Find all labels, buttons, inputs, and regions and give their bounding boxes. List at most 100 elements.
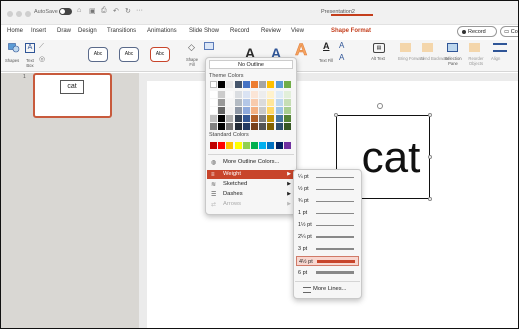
send-backward-icon[interactable] [422, 43, 433, 52]
theme-color-swatch[interactable] [275, 107, 283, 114]
theme-color-swatch[interactable] [218, 99, 226, 106]
standard-color-swatch[interactable] [251, 142, 258, 149]
standard-color-swatch[interactable] [275, 142, 283, 149]
weight-option-quarter-pt[interactable]: ¼ pt [296, 172, 359, 182]
theme-color-swatch[interactable] [210, 107, 217, 114]
rotate-handle[interactable] [377, 103, 383, 109]
more-outline-colors-option[interactable]: ◍ More Outline Colors... [207, 158, 295, 167]
theme-color-swatch[interactable] [218, 115, 226, 122]
tab-design[interactable]: Design [78, 28, 97, 34]
standard-color-swatch[interactable] [218, 142, 226, 149]
tab-shape-format[interactable]: Shape Format [331, 28, 371, 34]
text-fill-icon[interactable]: A [323, 41, 330, 51]
theme-color-swatch[interactable] [234, 91, 242, 98]
shape-style-2[interactable]: Abc [119, 47, 139, 62]
redo-icon[interactable]: ↻ [125, 7, 131, 15]
weight-option-4-5-pt[interactable]: 4½ pt [296, 256, 359, 266]
theme-color-swatch[interactable] [283, 115, 291, 122]
theme-color-swatch[interactable] [210, 123, 217, 130]
theme-color-swatch[interactable] [259, 123, 267, 130]
theme-color-swatch[interactable] [259, 107, 267, 114]
theme-color-swatch[interactable] [226, 91, 234, 98]
wordart-style-3[interactable]: A [295, 41, 308, 59]
weight-option-half-pt[interactable]: ½ pt [296, 184, 359, 194]
tab-draw[interactable]: Draw [57, 28, 71, 34]
more-icon[interactable]: ··· [136, 7, 143, 14]
resize-handle[interactable] [428, 113, 432, 117]
weight-option-2-25-pt[interactable]: 2¼ pt [296, 232, 359, 242]
comments-button[interactable]: ▭ Co [500, 26, 518, 37]
standard-color-swatch[interactable] [259, 142, 267, 149]
theme-color-swatch[interactable] [267, 107, 275, 114]
theme-color-swatch[interactable] [251, 123, 258, 130]
theme-color-swatch[interactable] [283, 123, 291, 130]
tab-animations[interactable]: Animations [147, 28, 177, 34]
reorder-objects-icon[interactable] [469, 43, 480, 52]
weight-option-1-5-pt[interactable]: 1½ pt [296, 220, 359, 230]
theme-color-swatch[interactable] [242, 115, 250, 122]
theme-color-swatch[interactable] [283, 107, 291, 114]
theme-color-swatch[interactable] [218, 91, 226, 98]
theme-color-swatch[interactable] [218, 123, 226, 130]
theme-color-swatch[interactable] [226, 107, 234, 114]
close-window-button[interactable] [7, 11, 13, 17]
shape-style-3[interactable]: Abc [150, 47, 170, 62]
tab-insert[interactable]: Insert [31, 28, 46, 34]
standard-color-swatch[interactable] [226, 142, 234, 149]
shape-outline-icon[interactable] [204, 42, 214, 50]
theme-color-swatch[interactable] [283, 91, 291, 98]
theme-color-swatch[interactable] [210, 91, 217, 98]
theme-color-swatch[interactable] [251, 115, 258, 122]
align-icon[interactable] [493, 43, 507, 52]
theme-color-swatch[interactable] [210, 115, 217, 122]
theme-color-swatch[interactable] [267, 115, 275, 122]
theme-color-swatch[interactable] [226, 115, 234, 122]
theme-color-swatch[interactable] [251, 99, 258, 106]
no-outline-option[interactable]: No Outline [209, 60, 293, 69]
weight-option-3-pt[interactable]: 3 pt [296, 244, 359, 254]
weight-option[interactable]: ≡ Weight ▶ [207, 170, 295, 179]
edit-shape-icon[interactable]: ⟋ [39, 43, 44, 51]
theme-color-swatch[interactable] [242, 81, 250, 88]
theme-color-swatch[interactable] [267, 81, 275, 88]
tab-home[interactable]: Home [7, 28, 23, 34]
theme-color-swatch[interactable] [267, 99, 275, 106]
theme-color-swatch[interactable] [283, 81, 291, 88]
resize-handle[interactable] [334, 113, 338, 117]
tab-review[interactable]: Review [261, 28, 281, 34]
theme-color-swatch[interactable] [275, 99, 283, 106]
theme-color-swatch[interactable] [234, 123, 242, 130]
tab-slide-show[interactable]: Slide Show [189, 28, 219, 34]
selection-pane-icon[interactable] [447, 43, 458, 52]
shape-style-1[interactable]: Abc [88, 47, 108, 62]
theme-color-swatch[interactable] [234, 99, 242, 106]
dashes-option[interactable]: ☰ Dashes ▶ [207, 190, 295, 199]
theme-color-swatch[interactable] [218, 81, 226, 88]
theme-color-swatch[interactable] [283, 99, 291, 106]
save-icon[interactable]: ▣ [89, 7, 96, 15]
alt-text-icon[interactable]: ▤ [373, 43, 385, 53]
shapes-icon[interactable] [8, 43, 20, 53]
theme-color-swatch[interactable] [251, 107, 258, 114]
theme-color-swatch[interactable] [242, 107, 250, 114]
weight-option-1-pt[interactable]: 1 pt [296, 208, 359, 218]
zoom-window-button[interactable] [25, 11, 31, 17]
theme-color-swatch[interactable] [234, 107, 242, 114]
theme-color-swatch[interactable] [242, 123, 250, 130]
theme-color-swatch[interactable] [226, 81, 234, 88]
standard-color-swatch[interactable] [234, 142, 242, 149]
theme-color-swatch[interactable] [218, 107, 226, 114]
minimize-window-button[interactable] [16, 11, 22, 17]
theme-color-swatch[interactable] [275, 115, 283, 122]
shape-fill-icon[interactable]: ◇ [188, 42, 195, 53]
standard-color-swatch[interactable] [267, 142, 275, 149]
tab-view[interactable]: View [291, 28, 304, 34]
undo-icon[interactable]: ↶ [113, 7, 119, 15]
textbox-icon[interactable]: A [25, 43, 35, 53]
print-icon[interactable]: ⎙ [101, 7, 107, 15]
theme-color-swatch[interactable] [251, 91, 258, 98]
theme-color-swatch[interactable] [259, 91, 267, 98]
theme-color-swatch[interactable] [242, 99, 250, 106]
text-outline-icon[interactable]: A [339, 41, 344, 50]
theme-color-swatch[interactable] [226, 123, 234, 130]
